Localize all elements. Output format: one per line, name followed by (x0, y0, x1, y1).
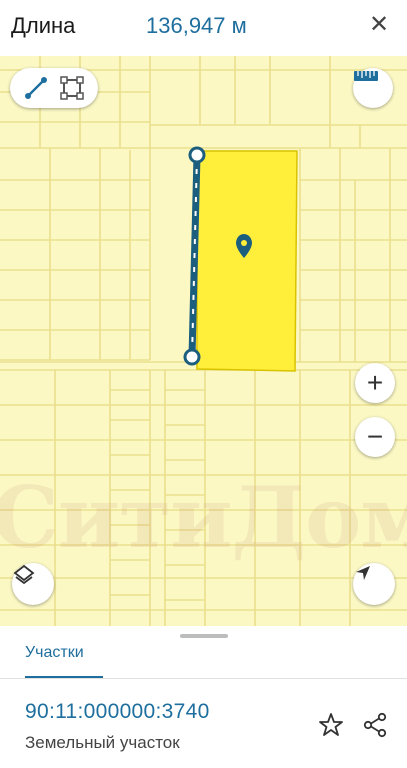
plus-icon: + (366, 367, 384, 398)
measurement-value: 136,947 м (146, 13, 247, 38)
layers-icon (13, 564, 35, 585)
share-icon (363, 712, 387, 738)
favorite-button[interactable] (316, 710, 346, 740)
minus-icon: − (366, 421, 384, 452)
layers-button[interactable] (12, 563, 54, 605)
line-tool-icon[interactable] (22, 74, 50, 102)
tab-parcels[interactable]: Участки (25, 644, 84, 662)
share-button[interactable] (360, 710, 390, 740)
measure-end-point (183, 348, 201, 366)
close-icon[interactable]: ✕ (364, 10, 394, 40)
parcel-type: Земельный участок (25, 733, 180, 752)
sheet-drag-handle[interactable] (180, 634, 228, 638)
map-view[interactable]: СитиДом + − (0, 56, 407, 626)
ruler-button[interactable] (353, 68, 393, 108)
measurement-label: Длина (11, 13, 76, 38)
star-icon (319, 713, 343, 736)
zoom-out-button[interactable]: − (355, 417, 395, 457)
watermark-text: СитиДом (0, 468, 407, 567)
polygon-tool-icon[interactable] (58, 74, 86, 102)
zoom-in-button[interactable]: + (355, 363, 395, 403)
ruler-icon (354, 71, 378, 81)
location-button[interactable] (353, 563, 395, 605)
selected-parcel (196, 150, 298, 372)
measurement-bar: Длина 136,947 м ✕ (0, 0, 407, 56)
measure-start-point (188, 146, 206, 164)
navigation-arrow-icon (356, 566, 370, 580)
tab-divider (0, 678, 407, 679)
drawing-tool-selector (10, 68, 98, 108)
cadastral-number[interactable]: 90:11:000000:3740 (25, 700, 210, 724)
